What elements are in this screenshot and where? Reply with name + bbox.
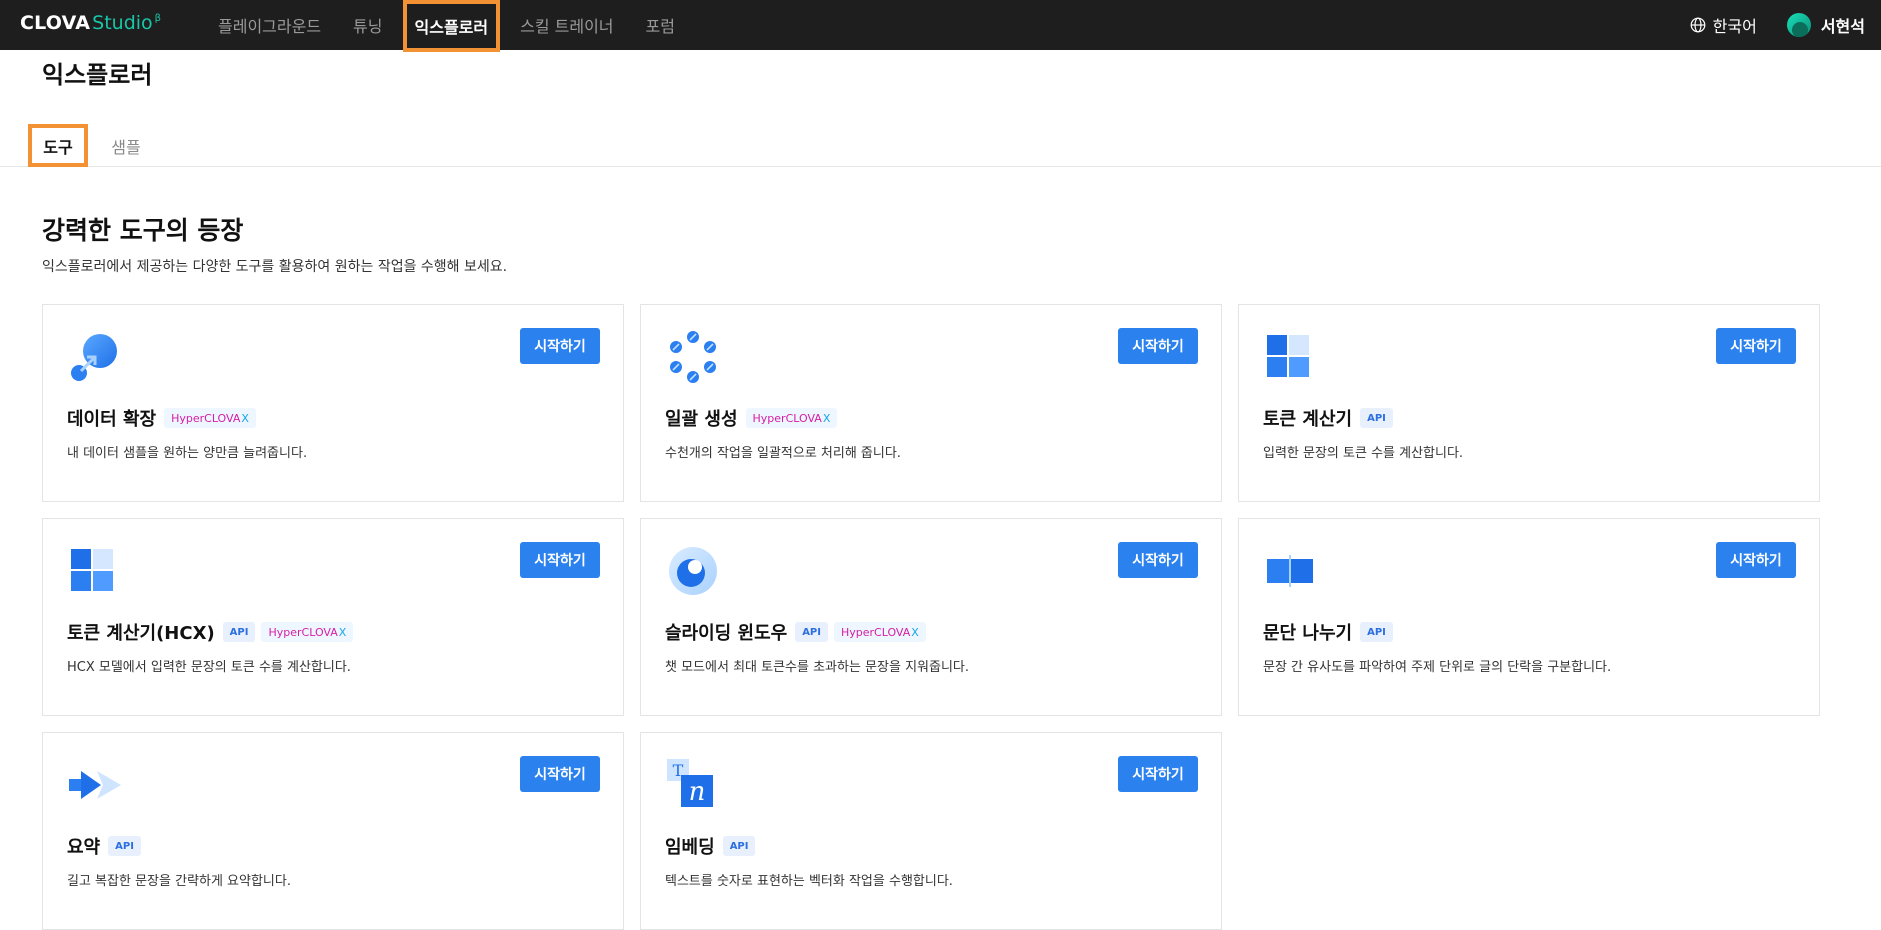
language-selector[interactable]: 한국어	[1690, 13, 1757, 37]
start-button[interactable]: 시작하기	[520, 542, 600, 578]
card-title: 임베딩	[665, 837, 715, 858]
svg-text:n: n	[689, 777, 706, 807]
section-title: 강력한 도구의 등장	[42, 216, 244, 245]
api-badge: API	[108, 836, 141, 856]
card-title-row: 문단 나누기 API	[1263, 619, 1399, 645]
page-title: 익스플로러	[42, 61, 153, 89]
tool-card-embedding[interactable]: T n 시작하기 임베딩 API 텍스트를 숫자로 표현하는 벡터화 작업을 수…	[640, 732, 1222, 930]
user-name: 서현석	[1820, 17, 1865, 36]
card-title: 토큰 계산기(HCX)	[67, 623, 215, 644]
nav-item-tuning[interactable]: 튜닝	[341, 0, 394, 50]
card-description: 챗 모드에서 최대 토큰수를 초과하는 문장을 지워줍니다.	[665, 660, 970, 675]
card-title-row: 토큰 계산기(HCX) API HyperCLOVA X	[67, 619, 359, 645]
top-navigation-bar: CLOVA Studio β 플레이그라운드 튜닝 익스플로러 스킬 트레이너 …	[0, 0, 1881, 52]
section-description: 익스플로러에서 제공하는 다양한 도구를 활용하여 원하는 작업을 수행해 보세…	[42, 259, 508, 275]
user-menu[interactable]: 서현석	[1786, 13, 1865, 37]
card-description: 수천개의 작업을 일괄적으로 처리해 줍니다.	[665, 446, 901, 461]
start-button[interactable]: 시작하기	[1716, 328, 1796, 364]
data-expand-icon	[67, 329, 123, 385]
card-description: HCX 모델에서 입력한 문장의 토큰 수를 계산합니다.	[67, 660, 351, 675]
card-description: 텍스트를 숫자로 표현하는 벡터화 작업을 수행합니다.	[665, 874, 953, 889]
embedding-icon: T n	[665, 757, 721, 813]
logo-beta-mark: β	[154, 13, 162, 24]
api-badge: API	[1360, 622, 1393, 642]
start-button[interactable]: 시작하기	[1118, 328, 1198, 364]
nav-item-playground[interactable]: 플레이그라운드	[206, 0, 333, 50]
tab-tools[interactable]: 도구	[28, 124, 88, 167]
tool-card-token-calculator[interactable]: 시작하기 토큰 계산기 API 입력한 문장의 토큰 수를 계산합니다.	[1238, 304, 1820, 502]
paragraph-split-icon	[1263, 543, 1319, 599]
start-button[interactable]: 시작하기	[1716, 542, 1796, 578]
card-title-row: 데이터 확장 HyperCLOVA X	[67, 405, 262, 431]
card-description: 길고 복잡한 문장을 간략하게 요약합니다.	[67, 874, 291, 889]
sliding-window-icon	[665, 543, 721, 599]
clova-studio-logo[interactable]: CLOVA Studio β	[20, 12, 161, 38]
hyperclova-x-badge: HyperCLOVA X	[261, 622, 354, 642]
header-right-menu: 한국어 서현석	[1690, 0, 1865, 50]
nav-item-skill-trainer[interactable]: 스킬 트레이너	[508, 0, 625, 50]
tool-card-sliding-window[interactable]: 시작하기 슬라이딩 윈도우 API HyperCLOVA X 챗 모드에서 최대 …	[640, 518, 1222, 716]
hyperclova-x-badge: HyperCLOVA X	[164, 408, 256, 428]
avatar	[1786, 13, 1811, 37]
api-badge: API	[795, 622, 828, 642]
card-title: 토큰 계산기	[1263, 409, 1353, 430]
language-label: 한국어	[1712, 17, 1757, 36]
start-button[interactable]: 시작하기	[520, 328, 600, 364]
tab-bar: 도구 샘플	[0, 124, 1881, 167]
logo-main-text: CLOVA	[20, 12, 91, 34]
globe-icon	[1690, 17, 1706, 33]
tool-card-token-calculator-hcx[interactable]: 시작하기 토큰 계산기(HCX) API HyperCLOVA X HCX 모델에…	[42, 518, 624, 716]
nav-item-forum[interactable]: 포럼	[634, 0, 687, 50]
start-button[interactable]: 시작하기	[1118, 756, 1198, 792]
token-calculator-icon	[1263, 329, 1319, 385]
tool-card-data-expand[interactable]: 시작하기 데이터 확장 HyperCLOVA X 내 데이터 샘플을 원하는 양만…	[42, 304, 624, 502]
token-calculator-hcx-icon	[67, 543, 123, 599]
card-description: 문장 간 유사도를 파악하여 주제 단위로 글의 단락을 구분합니다.	[1263, 660, 1612, 675]
tool-card-batch-generate[interactable]: 시작하기 일괄 생성 HyperCLOVA X 수천개의 작업을 일괄적으로 처리…	[640, 304, 1222, 502]
summary-icon	[67, 757, 123, 813]
hyperclova-x-badge: HyperCLOVA X	[745, 408, 838, 428]
card-title: 슬라이딩 윈도우	[665, 623, 788, 644]
card-title-row: 임베딩 API	[665, 833, 761, 859]
hyperclova-x-badge: HyperCLOVA X	[833, 622, 926, 642]
logo-studio-text: Studio	[92, 12, 153, 34]
tool-card-summary[interactable]: 시작하기 요약 API 길고 복잡한 문장을 간략하게 요약합니다.	[42, 732, 624, 930]
nav-item-explorer[interactable]: 익스플로러	[402, 0, 501, 52]
card-title-row: 슬라이딩 윈도우 API HyperCLOVA X	[665, 619, 932, 645]
start-button[interactable]: 시작하기	[1118, 542, 1198, 578]
api-badge: API	[1360, 408, 1393, 428]
tab-samples[interactable]: 샘플	[100, 124, 152, 167]
main-nav: 플레이그라운드 튜닝 익스플로러 스킬 트레이너 포럼	[206, 0, 695, 52]
card-title: 요약	[67, 837, 101, 858]
card-title: 문단 나누기	[1263, 623, 1353, 644]
batch-generate-icon	[665, 329, 721, 385]
start-button[interactable]: 시작하기	[520, 756, 600, 792]
card-description: 내 데이터 샘플을 원하는 양만큼 늘려줍니다.	[67, 446, 308, 461]
card-title-row: 토큰 계산기 API	[1263, 405, 1399, 431]
card-description: 입력한 문장의 토큰 수를 계산합니다.	[1263, 446, 1464, 461]
card-title-row: 요약 API	[67, 833, 147, 859]
api-badge: API	[722, 836, 756, 856]
card-title-row: 일괄 생성 HyperCLOVA X	[665, 405, 843, 431]
api-badge: API	[222, 622, 256, 642]
tool-card-paragraph-split[interactable]: 시작하기 문단 나누기 API 문장 간 유사도를 파악하여 주제 단위로 글의…	[1238, 518, 1820, 716]
card-title: 데이터 확장	[67, 409, 157, 430]
card-title: 일괄 생성	[665, 409, 738, 430]
